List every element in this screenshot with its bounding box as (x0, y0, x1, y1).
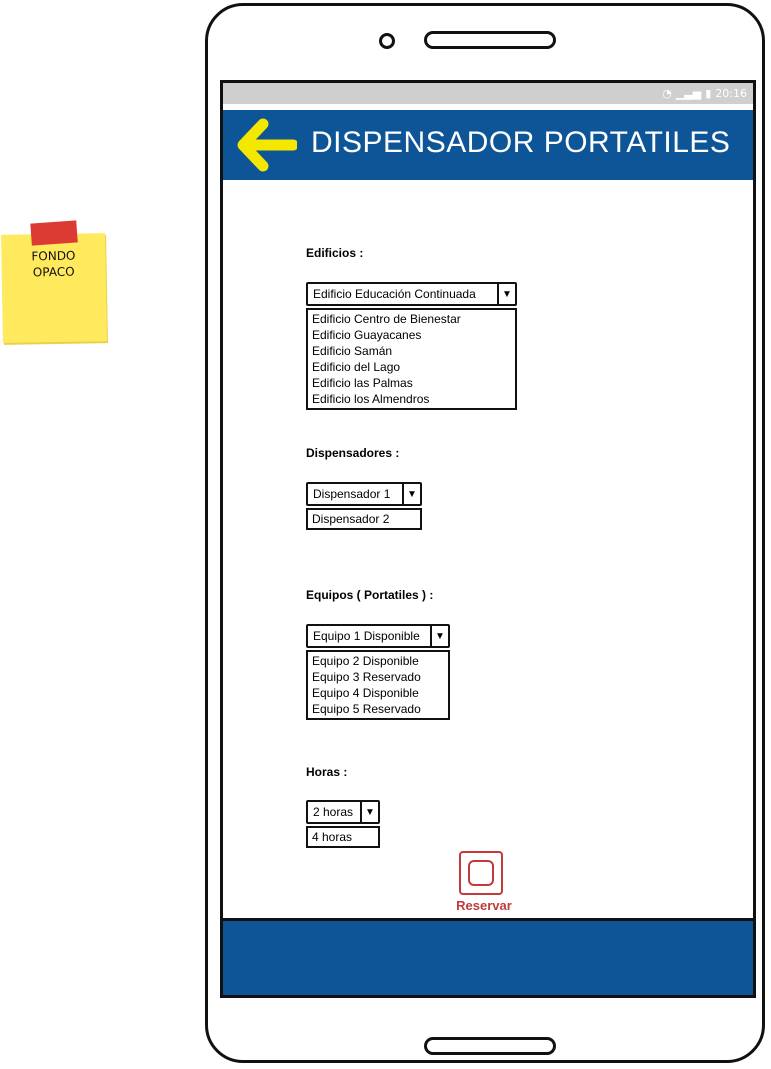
signal-icon: ▁▃▅ (675, 87, 702, 100)
sticky-note: FONDO OPACO (1, 220, 107, 343)
footer-bar (223, 918, 753, 995)
chevron-down-icon[interactable]: ▼ (402, 484, 420, 504)
edificios-label: Edificios : (306, 246, 364, 260)
dispensadores-selected-value: Dispensador 1 (313, 487, 391, 501)
app-bar: DISPENSADOR PORTATILES (223, 110, 753, 180)
status-time: 20:16 (715, 87, 747, 100)
equipos-selected-value: Equipo 1 Disponible (313, 629, 420, 643)
equipos-option[interactable]: Equipo 4 Disponible (312, 685, 444, 701)
chevron-down-icon[interactable]: ▼ (430, 626, 448, 646)
dispensadores-options-list[interactable]: Dispensador 2 (306, 508, 422, 530)
edificios-option[interactable]: Edificio Samán (312, 343, 511, 359)
edificios-option[interactable]: Edificio Centro de Bienestar (312, 311, 511, 327)
edificios-option[interactable]: Edificio del Lago (312, 359, 511, 375)
chevron-down-icon[interactable]: ▼ (497, 284, 515, 304)
reservar-button[interactable] (459, 851, 503, 895)
speaker-grille (424, 31, 556, 49)
back-arrow-icon[interactable] (237, 118, 299, 172)
reservar-label[interactable]: Reservar (449, 898, 519, 913)
page-title: DISPENSADOR PORTATILES (311, 126, 731, 159)
edificios-select[interactable]: Edificio Educación Continuada ▼ (306, 282, 517, 306)
battery-icon: ▮ (705, 87, 712, 100)
equipos-options-list[interactable]: Equipo 2 Disponible Equipo 3 Reservado E… (306, 650, 450, 720)
horas-label: Horas : (306, 765, 348, 779)
sticky-note-line1: FONDO (31, 248, 76, 264)
checkbox-icon (468, 860, 494, 886)
dispensadores-option[interactable]: Dispensador 2 (312, 511, 416, 527)
chevron-down-icon[interactable]: ▼ (360, 802, 378, 822)
dispensadores-select[interactable]: Dispensador 1 ▼ (306, 482, 422, 506)
horas-selected-value: 2 horas (313, 805, 354, 819)
wifi-icon: ◔ (662, 87, 672, 100)
dispensadores-label: Dispensadores : (306, 446, 400, 460)
edificios-option[interactable]: Edificio los Almendros (312, 391, 511, 407)
equipos-option[interactable]: Equipo 5 Reservado (312, 701, 444, 717)
sticky-note-text: FONDO OPACO (1, 247, 106, 281)
equipos-select[interactable]: Equipo 1 Disponible ▼ (306, 624, 450, 648)
status-bar: ◔ ▁▃▅ ▮ 20:16 (223, 83, 753, 104)
phone-screen: ◔ ▁▃▅ ▮ 20:16 DISPENSADOR PORTATILES Edi… (220, 80, 756, 998)
horas-options-list[interactable]: 4 horas (306, 826, 380, 848)
equipos-label: Equipos ( Portatiles ) : (306, 588, 434, 602)
edificios-options-list[interactable]: Edificio Centro de Bienestar Edificio Gu… (306, 308, 517, 410)
edificios-selected-value: Edificio Educación Continuada (313, 287, 476, 301)
equipos-option[interactable]: Equipo 3 Reservado (312, 669, 444, 685)
phone-frame: ◔ ▁▃▅ ▮ 20:16 DISPENSADOR PORTATILES Edi… (205, 3, 765, 1063)
sticky-note-line2: OPACO (32, 264, 75, 280)
edificios-option[interactable]: Edificio Guayacanes (312, 327, 511, 343)
camera-icon (379, 33, 395, 49)
horas-option[interactable]: 4 horas (312, 829, 374, 845)
sticky-tape (30, 220, 78, 246)
bottom-speaker-grille (424, 1037, 556, 1055)
horas-select[interactable]: 2 horas ▼ (306, 800, 380, 824)
edificios-option[interactable]: Edificio las Palmas (312, 375, 511, 391)
equipos-option[interactable]: Equipo 2 Disponible (312, 653, 444, 669)
